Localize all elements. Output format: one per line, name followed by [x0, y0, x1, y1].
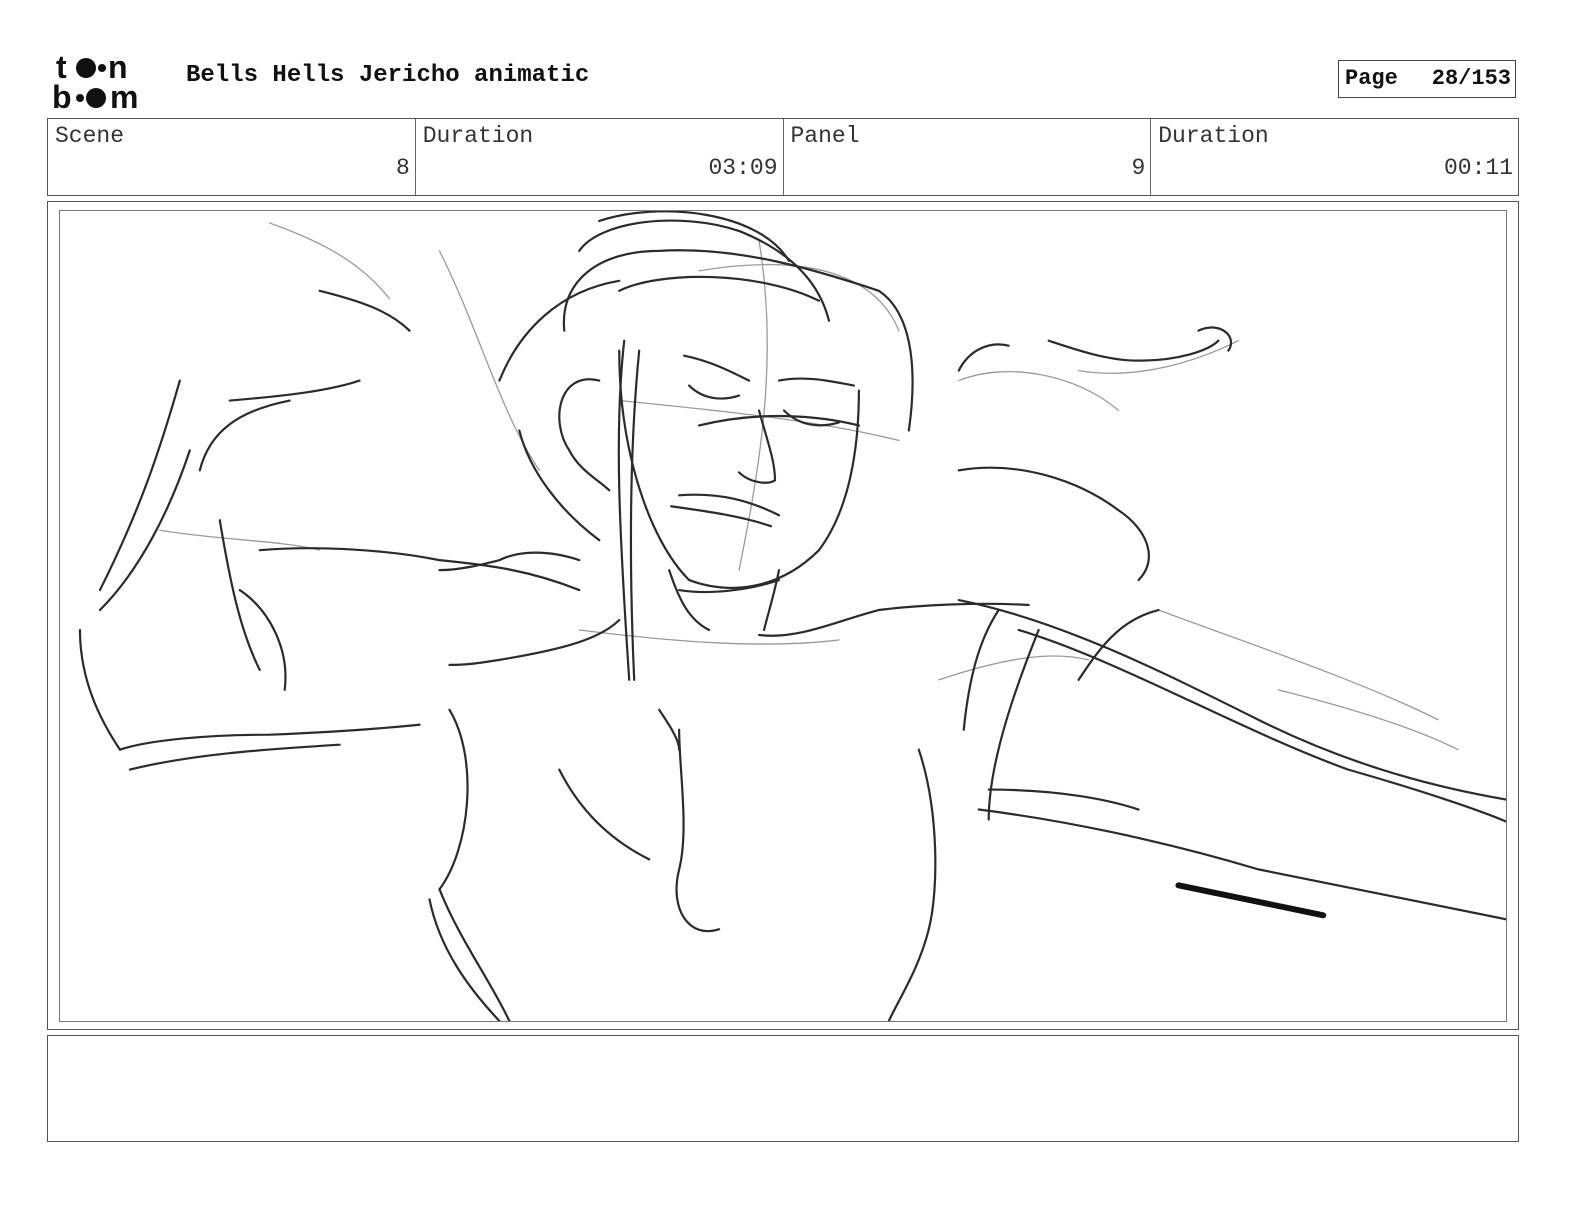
panel-cell: Panel 9	[784, 119, 1152, 195]
panel-duration-cell: Duration 00:11	[1151, 119, 1518, 195]
svg-text:m: m	[110, 79, 138, 110]
svg-text:b: b	[52, 79, 72, 110]
toonboom-logo: t n b m	[52, 49, 164, 115]
panel-value: 9	[1131, 155, 1146, 181]
page-label: Page	[1345, 65, 1398, 91]
panel-notes-box	[47, 1035, 1519, 1142]
scene-duration-cell: Duration 03:09	[416, 119, 784, 195]
storyboard-panel	[47, 201, 1519, 1030]
page-indicator: Page 28/153	[1338, 60, 1516, 98]
page-number: 28/153	[1431, 65, 1511, 91]
panel-duration-value: 00:11	[1443, 155, 1513, 181]
scene-duration-value: 03:09	[708, 155, 778, 181]
panel-info-row: Scene 8 Duration 03:09 Panel 9 Duration …	[47, 118, 1519, 196]
panel-sketch-image	[78, 211, 1506, 1021]
scene-value: 8	[395, 155, 410, 181]
scene-label: Scene	[55, 123, 125, 149]
panel-label: Panel	[790, 123, 860, 149]
document-title: Bells Hells Jericho animatic	[186, 62, 590, 89]
panel-duration-label: Duration	[1158, 123, 1269, 149]
panel-frame	[59, 210, 1507, 1022]
scene-duration-label: Duration	[422, 123, 534, 149]
scene-cell: Scene 8	[48, 119, 416, 195]
